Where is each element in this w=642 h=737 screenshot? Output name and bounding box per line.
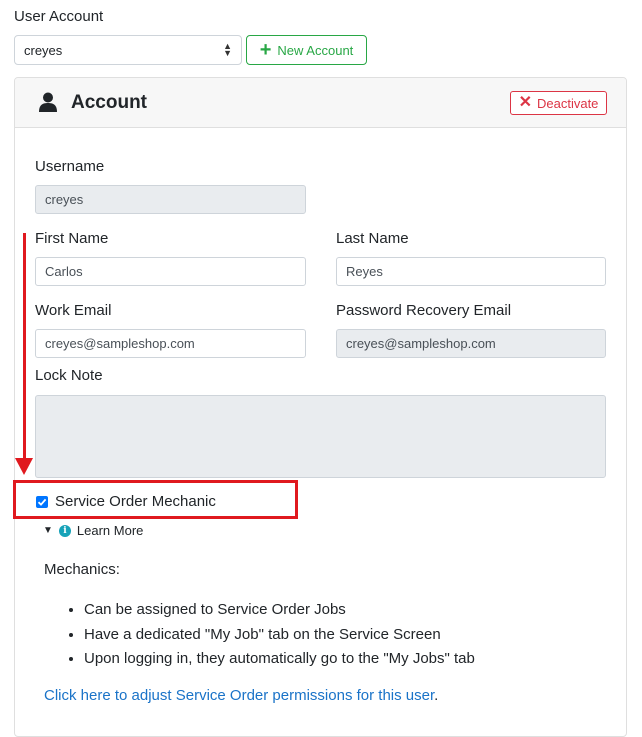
select-sort-arrows-icon: ▲ ▼ [223,41,232,58]
annotation-highlight-box [13,480,298,519]
first-name-field[interactable]: Carlos [35,257,306,286]
close-icon: ✕ [518,94,532,111]
list-item: Can be assigned to Service Order Jobs [84,598,475,623]
account-select-value: creyes [24,42,63,58]
link-suffix: . [434,687,439,704]
mechanics-heading: Mechanics: [44,561,120,578]
recovery-email-field[interactable]: creyes@sampleshop.com [336,329,606,358]
username-label: Username [35,158,105,175]
plus-icon: + [259,39,272,61]
last-name-label: Last Name [336,230,409,247]
lock-note-textarea[interactable] [35,395,606,478]
list-item: Upon logging in, they automatically go t… [84,647,475,672]
annotation-arrow-line [23,233,26,461]
new-account-label: New Account [277,42,354,58]
user-icon [39,92,57,112]
mechanics-list: Can be assigned to Service Order Jobs Ha… [44,598,475,672]
recovery-email-label: Password Recovery Email [336,302,512,319]
list-item: Have a dedicated "My Job" tab on the Ser… [84,623,475,648]
caret-down-icon: ▼ [43,525,53,536]
lock-note-label: Lock Note [35,367,103,384]
username-field[interactable]: creyes [35,185,306,214]
annotation-arrow-head [15,458,33,475]
info-icon: i [58,524,71,537]
account-select[interactable]: creyes ▲ ▼ [14,35,242,65]
card-header: Account ✕ Deactivate [15,78,626,128]
deactivate-label: Deactivate [536,95,599,111]
permissions-link-line: Click here to adjust Service Order permi… [44,687,438,704]
work-email-label: Work Email [35,302,112,319]
work-email-field[interactable]: creyes@sampleshop.com [35,329,306,358]
learn-more-toggle[interactable]: ▼ i Learn More [43,523,143,538]
learn-more-label: Learn More [76,523,144,538]
permissions-link[interactable]: Click here to adjust Service Order permi… [44,687,434,704]
deactivate-button[interactable]: ✕ Deactivate [510,91,607,115]
new-account-button[interactable]: + New Account [246,35,367,65]
user-account-label: User Account [14,8,104,25]
card-title: Account [71,92,147,113]
first-name-label: First Name [35,230,109,247]
last-name-field[interactable]: Reyes [336,257,606,286]
